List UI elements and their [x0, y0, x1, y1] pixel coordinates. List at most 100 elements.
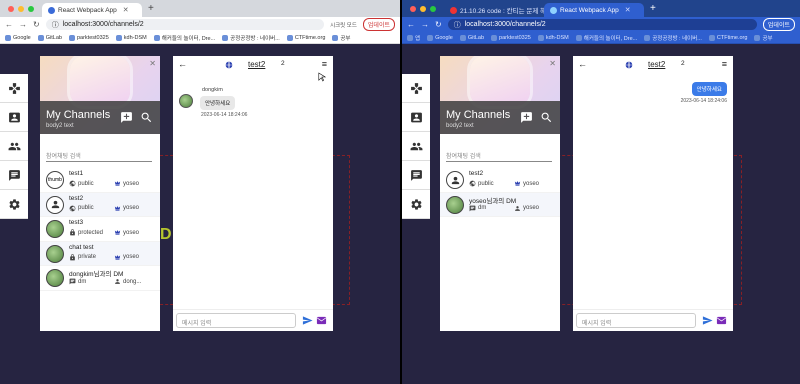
browser-tab[interactable]: React Webpack App ✕	[544, 3, 644, 17]
chat-panel: ← test2 2 ≡ 안녕하세요 2023-06-14 18:24:06 메시…	[573, 56, 733, 331]
message-input[interactable]: 메시지 입력	[576, 313, 696, 328]
bookmark-item[interactable]: 공정공정방 : 네이버...	[644, 34, 702, 42]
address-bar[interactable]: ⓘ localhost:3000/channels/2	[45, 19, 325, 30]
bookmark-item[interactable]: 해커들의 놀이터, Dre...	[575, 34, 638, 42]
channel-type: public	[69, 180, 94, 187]
reload-icon[interactable]: ↻	[435, 20, 442, 29]
browser-tab[interactable]: 21.10.26 code : 칸티는 문제 해결 ✕	[444, 3, 544, 17]
bookmark-item[interactable]: 해커들의 놀이터, Dre...	[153, 34, 215, 42]
menu-icon[interactable]: ≡	[322, 59, 327, 69]
bookmark-item[interactable]: 공정공정방 : 네이버...	[222, 34, 280, 42]
site-info-icon[interactable]: ⓘ	[454, 20, 461, 30]
update-button[interactable]: 업데이트	[362, 18, 395, 31]
close-window-icon[interactable]	[8, 5, 14, 12]
channel-search-input[interactable]: 참여채팅 검색	[446, 148, 552, 162]
app-sidebar	[0, 74, 28, 219]
back-arrow-icon[interactable]: ←	[178, 59, 187, 69]
channel-name[interactable]: test2	[648, 60, 665, 69]
close-window-icon[interactable]	[410, 5, 416, 12]
site-info-icon[interactable]: ⓘ	[52, 20, 59, 30]
invite-mail-icon[interactable]	[316, 315, 327, 326]
channel-row[interactable]: chat test private yoseo	[40, 241, 160, 266]
minimize-window-icon[interactable]	[18, 5, 24, 12]
crown-icon	[114, 205, 121, 211]
channel-row[interactable]: test2 public yoseo	[40, 192, 160, 217]
sidebar-item[interactable]	[402, 161, 430, 190]
bookmark-label: 공부	[762, 35, 773, 42]
channel-row[interactable]: yoseo님과의 DM dm yoseo	[440, 192, 560, 217]
minimize-window-icon[interactable]	[420, 5, 426, 12]
bookmark-item[interactable]: 공부	[754, 34, 773, 42]
sidebar-item[interactable]	[402, 74, 430, 103]
sidebar-item[interactable]	[0, 132, 28, 161]
channel-name[interactable]: test2	[248, 60, 265, 69]
avatar-alt-text: thumb	[48, 177, 62, 183]
sender-avatar[interactable]	[179, 94, 193, 108]
sidebar-item[interactable]	[0, 74, 28, 103]
bookmark-item[interactable]: Google	[5, 34, 31, 41]
maximize-window-icon[interactable]	[430, 5, 436, 12]
bookmark-item[interactable]: 공부	[332, 34, 351, 42]
sidebar-item[interactable]	[0, 103, 28, 132]
contact-card-icon	[410, 112, 422, 122]
send-icon[interactable]	[302, 315, 313, 326]
browser-tab[interactable]: React Webpack App ✕	[42, 3, 142, 17]
sidebar-item[interactable]	[402, 190, 430, 219]
channel-owner: dong...	[114, 278, 141, 285]
bookmark-label: 해커들의 놀이터, Dre...	[583, 35, 638, 42]
bookmark-icon	[332, 34, 339, 41]
back-arrow-icon[interactable]: ←	[578, 59, 587, 69]
message-input[interactable]: 메시지 입력	[176, 313, 296, 328]
channel-list: test2 public yoseo yoseo님과의 DM dm yoseo	[440, 168, 560, 217]
close-icon[interactable]: ✕	[549, 59, 556, 68]
channel-search-icon[interactable]	[539, 110, 553, 124]
bookmark-item[interactable]: parktest0325	[491, 34, 531, 41]
send-icon[interactable]	[702, 315, 713, 326]
add-channel-icon[interactable]	[119, 110, 133, 124]
bookmark-item[interactable]: CTFtime.org	[708, 34, 747, 41]
forward-icon[interactable]: →	[19, 20, 27, 29]
invite-mail-icon[interactable]	[716, 315, 727, 326]
channel-row[interactable]: test2 public yoseo	[440, 168, 560, 193]
back-icon[interactable]: ←	[407, 20, 415, 29]
bookmark-item[interactable]: parktest0325	[68, 34, 109, 41]
close-icon[interactable]: ✕	[149, 59, 156, 68]
new-tab-button[interactable]: +	[142, 3, 160, 14]
reload-icon[interactable]: ↻	[33, 20, 40, 29]
bookmark-item[interactable]: Google	[427, 34, 453, 41]
channel-row[interactable]: dongkim님과의 DM dm dong...	[40, 266, 160, 291]
new-tab-button[interactable]: +	[644, 3, 662, 14]
menu-icon[interactable]: ≡	[722, 59, 727, 69]
channel-search-icon[interactable]	[139, 110, 153, 124]
sidebar-item[interactable]	[402, 132, 430, 161]
sidebar-item[interactable]	[0, 161, 28, 190]
bookmark-icon	[286, 34, 293, 41]
bookmarks-bar: 앱 Google GitLab parktest0325 kdh-DSM 해커들의 놀이터…	[402, 32, 800, 44]
tab-label: 21.10.26 code : 칸티는 문제 해결	[460, 8, 544, 15]
chat-header: ← test2 2 ≡	[573, 56, 733, 73]
globe-icon	[469, 180, 476, 187]
bookmark-item[interactable]: GitLab	[37, 34, 62, 41]
bookmark-item[interactable]: kdh-DSM	[115, 34, 147, 41]
channel-type: private	[69, 253, 96, 261]
channel-search-input[interactable]: 참여채팅 검색	[46, 148, 152, 162]
bookmark-item[interactable]: CTFtime.org	[286, 34, 325, 41]
tab-close-icon[interactable]: ✕	[123, 6, 129, 14]
back-icon[interactable]: ←	[5, 20, 13, 29]
sidebar-item[interactable]	[402, 103, 430, 132]
forward-icon[interactable]: →	[421, 20, 429, 29]
channel-owner: yoseo	[514, 205, 539, 212]
chat-header: ← test2 2 ≡	[173, 56, 333, 73]
maximize-window-icon[interactable]	[28, 5, 34, 12]
add-channel-icon[interactable]	[519, 110, 533, 124]
channel-row[interactable]: thumb test1 public yoseo	[40, 168, 160, 193]
address-bar[interactable]: ⓘ localhost:3000/channels/2	[447, 19, 757, 30]
sidebar-item[interactable]	[0, 190, 28, 219]
bookmark-item[interactable]: kdh-DSM	[537, 34, 569, 41]
update-button[interactable]: 업데이트	[762, 18, 795, 31]
channel-row[interactable]: test3 protected yoseo	[40, 217, 160, 242]
bookmark-item[interactable]: 앱	[407, 34, 420, 42]
bookmark-item[interactable]: GitLab	[459, 34, 484, 41]
channel-type: dm	[69, 278, 86, 285]
tab-close-icon[interactable]: ✕	[625, 6, 631, 14]
